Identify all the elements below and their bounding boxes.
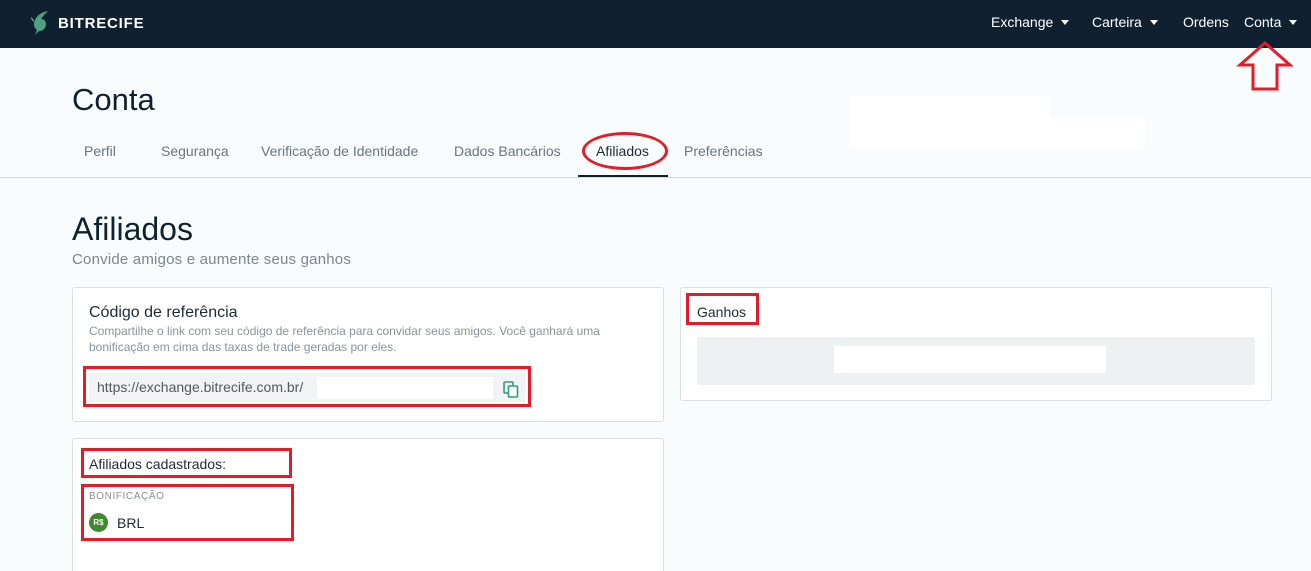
chevron-down-icon [1061, 19, 1070, 25]
section-subtitle: Convide amigos e aumente seus ganhos [72, 251, 352, 268]
section-title: Afiliados [72, 211, 193, 247]
chevron-down-icon [1149, 19, 1158, 25]
annotation-box-bonus [81, 484, 294, 541]
redacted-area [850, 96, 1050, 118]
tab-verificacao-identidade[interactable]: Verificação de Identidade [261, 143, 418, 159]
nav-exchange[interactable]: Exchange [991, 14, 1070, 30]
nav-carteira-label: Carteira [1092, 14, 1142, 30]
page-title: Conta [72, 82, 155, 117]
nav-conta-label: Conta [1244, 14, 1282, 30]
redacted-area [81, 544, 151, 564]
annotation-ellipse-afiliados-tab [582, 132, 668, 170]
top-navbar: BITRECIFE Exchange Carteira Ordens Conta [0, 0, 1311, 48]
brand-name: BITRECIFE [58, 14, 145, 32]
nav-carteira[interactable]: Carteira [1092, 14, 1158, 30]
nav-exchange-label: Exchange [991, 14, 1054, 30]
annotation-box-gains-title [686, 293, 759, 325]
tab-perfil[interactable]: Perfil [84, 143, 116, 159]
gains-card: Ganhos [680, 287, 1272, 401]
gains-content [697, 337, 1255, 385]
nav-ordens[interactable]: Ordens [1183, 14, 1229, 30]
referral-title: Código de referência [89, 304, 238, 321]
nav-conta[interactable]: Conta [1244, 14, 1298, 30]
referral-description: Compartilhe o link com seu código de ref… [89, 324, 600, 354]
tab-seguranca[interactable]: Segurança [161, 143, 229, 159]
fish-logo-icon [31, 11, 48, 35]
annotation-box-referral-link [83, 366, 531, 407]
redacted-area [834, 346, 1106, 373]
chevron-down-icon [1289, 19, 1298, 25]
brand-logo[interactable]: BITRECIFE [28, 9, 144, 37]
tab-dados-bancarios[interactable]: Dados Bancários [454, 143, 561, 159]
nav-ordens-label: Ordens [1183, 14, 1229, 30]
active-tab-indicator [578, 175, 668, 177]
up-arrow-annotation-icon [1236, 41, 1294, 91]
annotation-box-affiliates-title [81, 448, 292, 478]
tab-preferencias[interactable]: Preferências [684, 143, 763, 159]
